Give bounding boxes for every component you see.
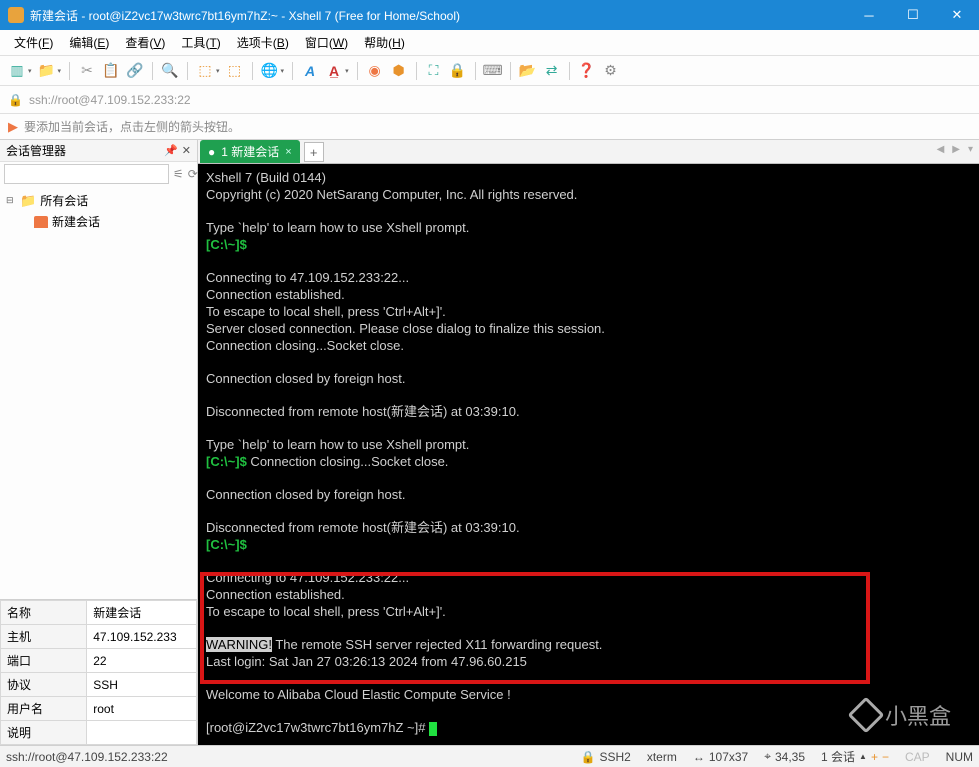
tab-prev-icon[interactable]: ◀ (937, 144, 945, 155)
session-filter-input[interactable] (4, 164, 169, 184)
globe-icon[interactable]: 🌐 (259, 60, 281, 82)
filter-icon[interactable]: ⚟ (173, 167, 184, 181)
keyboard-icon[interactable]: ⌨ (482, 60, 504, 82)
xagent-icon[interactable]: ◉ (364, 60, 386, 82)
tab-menu-icon[interactable]: ▾ (968, 144, 973, 155)
panel-close-icon[interactable]: ✕ (182, 144, 191, 157)
find-icon[interactable]: 🔍 (159, 60, 181, 82)
menubar: 文件(F) 编辑(E) 查看(V) 工具(T) 选项卡(B) 窗口(W) 帮助(… (0, 30, 979, 56)
window-title: 新建会话 - root@iZ2vc17w3twrc7bt16ym7hZ:~ - … (30, 7, 847, 24)
status-num: NUM (946, 750, 973, 764)
menu-tabs[interactable]: 选项卡(B) (229, 30, 297, 55)
connect-link-icon[interactable]: 🔗 (124, 60, 146, 82)
content-area: ● 1 新建会话 × + ◀ ▶ ▾ Xshell 7 (Build 0144)… (198, 140, 979, 745)
tip-bar: ▶ 要添加当前会话，点击左侧的箭头按钮。 (0, 114, 979, 140)
tree-session-label: 新建会话 (52, 213, 100, 230)
panel-title: 会话管理器 (6, 142, 66, 159)
session-filter-row: ⚟ ⟳ ≡ (0, 162, 197, 186)
window-titlebar: 新建会话 - root@iZ2vc17w3twrc7bt16ym7hZ:~ - … (0, 0, 979, 30)
prop-row: 用户名root (1, 697, 197, 721)
prop-row: 协议SSH (1, 673, 197, 697)
panel-header: 会话管理器 📌 ✕ (0, 140, 197, 162)
folder-icon: 📁 (20, 193, 36, 209)
session-tree: ⊟ 📁 所有会话 新建会话 (0, 186, 197, 599)
tree-root[interactable]: ⊟ 📁 所有会话 (4, 190, 193, 211)
prop-row: 名称新建会话 (1, 601, 197, 625)
lock-toolbar-icon[interactable]: 🔒 (447, 60, 469, 82)
status-sessions: 1 会话 (821, 748, 855, 765)
toolbar: ▥▾ 📁▾ ✂ 📋 🔗 🔍 ⬚▾ ⬚ 🌐▾ A A̲▾ ◉ ⬢ ⛶ 🔒 ⌨ 📂 … (0, 56, 979, 86)
app-logo-icon (8, 7, 24, 23)
tab-label: 1 新建会话 (221, 143, 279, 160)
transfer-icon[interactable]: ⇄ (541, 60, 563, 82)
menu-window[interactable]: 窗口(W) (297, 30, 356, 55)
close-button[interactable]: ✕ (935, 0, 979, 30)
folder2-icon[interactable]: 📂 (517, 60, 539, 82)
open-folder-icon[interactable]: 📁 (36, 60, 58, 82)
status-term: xterm (647, 750, 677, 764)
font-icon[interactable]: A (299, 60, 321, 82)
statusbar: ssh://root@47.109.152.233:22 🔒SSH2 xterm… (0, 745, 979, 767)
terminal[interactable]: Xshell 7 (Build 0144) Copyright (c) 2020… (198, 164, 979, 745)
font-color-icon[interactable]: A̲ (323, 60, 345, 82)
session-properties: 名称新建会话 主机47.109.152.233 端口22 协议SSH 用户名ro… (0, 599, 197, 745)
tab-close-icon[interactable]: × (285, 146, 291, 158)
filter-sync-icon[interactable]: ⟳ (188, 167, 198, 181)
copy-icon[interactable]: 📋 (100, 60, 122, 82)
address-bar: 🔒 ssh://root@47.109.152.233:22 (0, 86, 979, 114)
tree-session[interactable]: 新建会话 (32, 211, 193, 232)
menu-tools[interactable]: 工具(T) (173, 30, 228, 55)
status-cap: CAP (905, 750, 930, 764)
menu-help[interactable]: 帮助(H) (356, 30, 413, 55)
panel-1-icon[interactable]: ⬚ (194, 60, 216, 82)
new-session-icon[interactable]: ▥ (6, 60, 28, 82)
panel-2-icon[interactable]: ⬚ (224, 60, 246, 82)
tip-text: 要添加当前会话，点击左侧的箭头按钮。 (24, 118, 240, 135)
minimize-button[interactable]: ─ (847, 0, 891, 30)
session-icon (34, 216, 48, 228)
settings-icon[interactable]: ⚙ (600, 60, 622, 82)
tree-root-label: 所有会话 (40, 192, 88, 209)
pin-icon[interactable]: 📌 (164, 144, 178, 157)
tab-next-icon[interactable]: ▶ (952, 144, 960, 155)
tab-strip: ● 1 新建会话 × + ◀ ▶ ▾ (198, 140, 979, 164)
add-tab-button[interactable]: + (304, 142, 324, 162)
window-controls: ─ ☐ ✕ (847, 0, 979, 30)
fullscreen-icon[interactable]: ⛶ (423, 60, 445, 82)
menu-edit[interactable]: 编辑(E) (61, 30, 117, 55)
status-lock-icon: 🔒 (581, 750, 596, 764)
status-pos: 34,35 (775, 750, 805, 764)
expander-icon[interactable]: ⊟ (6, 195, 16, 206)
maximize-button[interactable]: ☐ (891, 0, 935, 30)
flag-icon: ▶ (8, 119, 18, 135)
lock-icon: 🔒 (8, 93, 23, 107)
menu-view[interactable]: 查看(V) (117, 30, 173, 55)
status-left: ssh://root@47.109.152.233:22 (6, 750, 565, 764)
session-tab[interactable]: ● 1 新建会话 × (200, 140, 300, 163)
menu-file[interactable]: 文件(F) (6, 30, 61, 55)
prop-row: 主机47.109.152.233 (1, 625, 197, 649)
bookmark-icon[interactable]: ⬢ (388, 60, 410, 82)
status-size: 107x37 (709, 750, 748, 764)
prop-row: 端口22 (1, 649, 197, 673)
session-manager-panel: 会话管理器 📌 ✕ ⚟ ⟳ ≡ ⊟ 📁 所有会话 新建会话 (0, 140, 198, 745)
address-field[interactable]: ssh://root@47.109.152.233:22 (29, 93, 971, 107)
prop-row: 说明 (1, 721, 197, 745)
status-ssh: SSH2 (599, 750, 630, 764)
help-icon[interactable]: ❓ (576, 60, 598, 82)
cut-icon[interactable]: ✂ (76, 60, 98, 82)
